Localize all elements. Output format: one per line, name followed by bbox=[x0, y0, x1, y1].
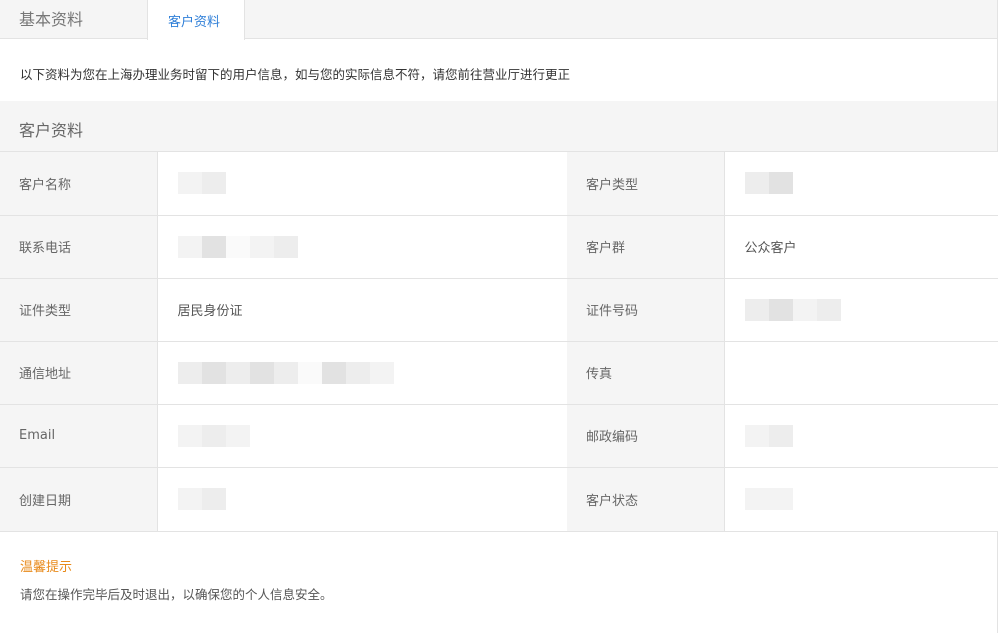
value-customer-group: 公众客户 bbox=[723, 215, 998, 279]
redacted-value bbox=[744, 298, 841, 321]
redacted-value bbox=[744, 488, 793, 510]
table-row: 客户名称 客户类型 bbox=[0, 152, 998, 216]
value-created-date bbox=[156, 467, 567, 532]
value-customer-name bbox=[156, 152, 567, 216]
label-id-type: 证件类型 bbox=[0, 278, 157, 342]
redacted-value bbox=[177, 424, 250, 447]
value-phone bbox=[156, 215, 567, 279]
value-email bbox=[156, 404, 567, 468]
value-id-number bbox=[723, 278, 998, 342]
tab-customer-info[interactable]: 客户资料 bbox=[147, 0, 245, 40]
customer-info-table: 客户名称 客户类型 联系电话 客户群 公众客户 证件类型 居民身份证 证件号码 bbox=[0, 152, 998, 532]
tab-label: 客户资料 bbox=[168, 15, 221, 30]
label-customer-group: 客户群 bbox=[567, 215, 724, 279]
customer-group-text: 公众客户 bbox=[744, 241, 797, 256]
redacted-value bbox=[177, 235, 298, 258]
section-header: 客户资料 bbox=[0, 101, 997, 152]
tab-basic-info[interactable]: 基本资料 bbox=[0, 0, 147, 39]
customer-info-page: 基本资料 客户资料 以下资料为您在上海办理业务时留下的用户信息，如与您的实际信息… bbox=[0, 0, 998, 633]
table-row: 创建日期 客户状态 bbox=[0, 467, 998, 532]
redacted-value bbox=[177, 488, 226, 510]
label-created-date: 创建日期 bbox=[0, 467, 157, 532]
label-customer-type: 客户类型 bbox=[567, 152, 724, 216]
tab-label: 基本资料 bbox=[19, 10, 84, 29]
value-customer-type bbox=[723, 152, 998, 216]
notice-banner: 以下资料为您在上海办理业务时留下的用户信息，如与您的实际信息不符，请您前往营业厅… bbox=[0, 39, 997, 101]
value-postcode bbox=[723, 404, 998, 468]
value-fax bbox=[723, 341, 998, 405]
table-row: Email 邮政编码 bbox=[0, 404, 998, 468]
value-address bbox=[156, 341, 567, 405]
value-id-type: 居民身份证 bbox=[156, 278, 567, 342]
redacted-value bbox=[744, 424, 793, 447]
tab-bar: 基本资料 客户资料 bbox=[0, 0, 997, 40]
label-email: Email bbox=[0, 404, 157, 468]
tips-text: 请您在操作完毕后及时退出，以确保您的个人信息安全。 bbox=[20, 586, 333, 602]
label-id-number: 证件号码 bbox=[567, 278, 724, 342]
redacted-value bbox=[177, 361, 394, 384]
label-customer-status: 客户状态 bbox=[567, 467, 724, 532]
label-postcode: 邮政编码 bbox=[567, 404, 724, 468]
label-customer-name: 客户名称 bbox=[0, 152, 157, 216]
tips-section: 温馨提示 请您在操作完毕后及时退出，以确保您的个人信息安全。 bbox=[0, 532, 997, 624]
label-fax: 传真 bbox=[567, 341, 724, 405]
table-row: 通信地址 传真 bbox=[0, 341, 998, 405]
section-title: 客户资料 bbox=[19, 121, 84, 140]
redacted-value bbox=[177, 172, 226, 195]
value-customer-status bbox=[723, 467, 998, 532]
notice-text: 以下资料为您在上海办理业务时留下的用户信息，如与您的实际信息不符，请您前往营业厅… bbox=[20, 67, 571, 82]
redacted-value bbox=[744, 172, 793, 195]
table-row: 证件类型 居民身份证 证件号码 bbox=[0, 278, 998, 342]
table-row: 联系电话 客户群 公众客户 bbox=[0, 215, 998, 279]
label-address: 通信地址 bbox=[0, 341, 157, 405]
tips-title: 温馨提示 bbox=[20, 559, 73, 575]
label-phone: 联系电话 bbox=[0, 215, 157, 279]
